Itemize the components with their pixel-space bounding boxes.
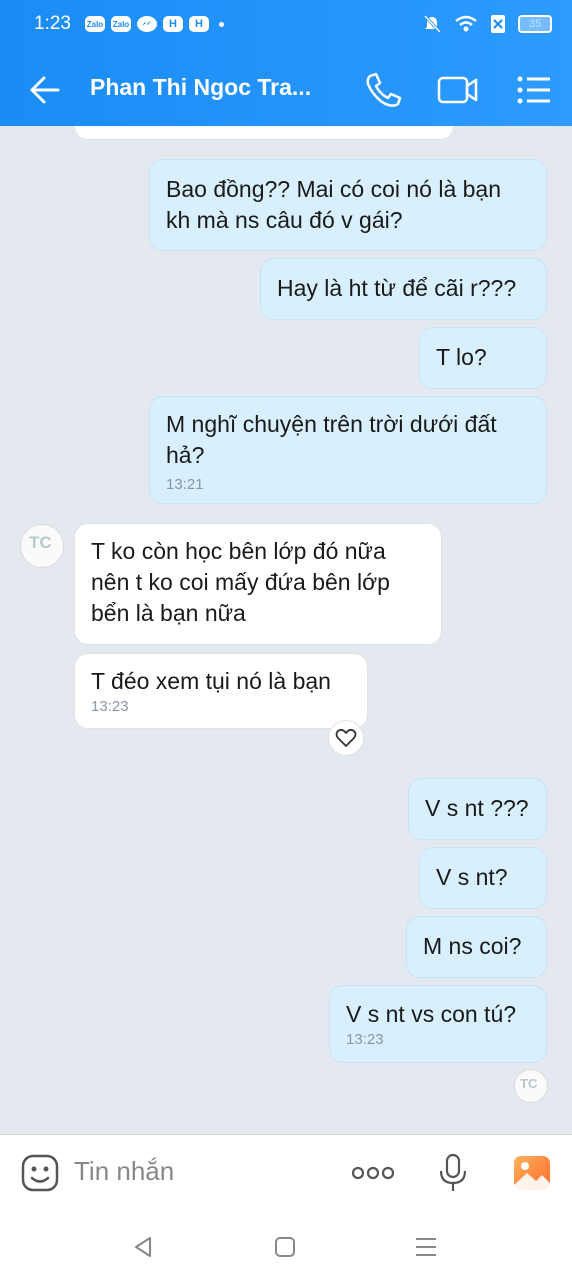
message-bubble[interactable]: T lo? — [419, 327, 547, 389]
message-text: nên t ko coi mấy đứa bên lớp — [91, 569, 390, 595]
message-timestamp: 13:21 — [166, 476, 204, 493]
message-bubble[interactable]: T đéo xem tụi nó là bạn 13:23 — [74, 653, 368, 729]
message-text: Hay là ht từ để cãi r??? — [277, 275, 517, 301]
message-text: T lo? — [436, 344, 487, 370]
battery-icon: 35 — [518, 15, 552, 33]
contact-avatar[interactable]: TC — [20, 524, 64, 568]
message-list[interactable]: Bao đồng?? Mai có coi nó là bạn kh mà ns… — [0, 126, 572, 1134]
zalo-notification-icon: Zalo — [110, 16, 131, 32]
message-text: T đéo xem tụi nó là bạn — [91, 668, 331, 694]
message-bubble[interactable]: Bao đồng?? Mai có coi nó là bạn kh mà ns… — [149, 159, 547, 251]
more-options-icon[interactable] — [350, 1161, 396, 1185]
sticker-icon[interactable] — [20, 1153, 60, 1193]
message-bubble[interactable]: V s nt? — [419, 847, 547, 909]
contact-name[interactable]: Phan Thi Ngoc Tra... — [90, 74, 311, 101]
message-bubble[interactable]: M ns coi? — [406, 916, 547, 978]
sim-no-signal-icon — [491, 15, 505, 33]
messenger-notification-icon — [136, 16, 157, 32]
message-text: Bao đồng?? Mai có coi nó là bạn — [166, 176, 502, 202]
message-text: M ns coi? — [423, 933, 522, 959]
message-text: hả? — [166, 442, 205, 468]
message-bubble-partial — [74, 126, 454, 140]
status-bar: 1:23 Zalo Zalo H H 35 — [34, 10, 552, 38]
h-notification-icon: H — [188, 16, 209, 32]
message-bubble[interactable]: Hay là ht từ để cãi r??? — [260, 258, 547, 320]
video-call-icon[interactable] — [436, 70, 478, 110]
seen-avatar: TC — [514, 1069, 548, 1103]
wifi-icon — [455, 15, 477, 32]
message-input-bar: Tin nhắn — [0, 1134, 572, 1210]
more-notifications-dot — [218, 21, 224, 27]
message-text: bển là bạn nữa — [91, 600, 246, 626]
top-bar: 1:23 Zalo Zalo H H 35 Phan Thi Ngoc Tra.… — [0, 0, 572, 126]
h-notification-icon: H — [162, 16, 183, 32]
menu-icon[interactable] — [514, 70, 556, 110]
message-text: V s nt vs con tú? — [346, 1001, 517, 1027]
message-input[interactable]: Tin nhắn — [74, 1156, 174, 1187]
mute-icon — [423, 14, 442, 34]
system-home-icon[interactable] — [272, 1234, 298, 1260]
message-text: V s nt? — [436, 864, 508, 890]
message-bubble[interactable]: V s nt ??? — [408, 778, 547, 840]
message-bubble[interactable]: V s nt vs con tú? 13:23 — [329, 985, 547, 1063]
image-icon[interactable] — [512, 1153, 552, 1193]
message-bubble[interactable]: M nghĩ chuyện trên trời dưới đất hả? 13:… — [149, 396, 547, 504]
message-timestamp: 13:23 — [91, 698, 129, 715]
system-navigation-bar — [0, 1210, 572, 1280]
message-text: V s nt ??? — [425, 795, 529, 821]
react-heart-icon[interactable] — [328, 720, 364, 756]
status-time: 1:23 — [34, 13, 71, 34]
chat-header: Phan Thi Ngoc Tra... — [0, 60, 572, 120]
system-recents-icon[interactable] — [413, 1234, 439, 1260]
system-back-icon[interactable] — [130, 1234, 156, 1260]
message-bubble[interactable]: T ko còn học bên lớp đó nữa nên t ko coi… — [74, 523, 442, 645]
phone-icon[interactable] — [362, 70, 404, 110]
microphone-icon[interactable] — [438, 1153, 468, 1193]
message-text: kh mà ns câu đó v gái? — [166, 207, 403, 233]
message-text: T ko còn học bên lớp đó nữa — [91, 538, 386, 564]
zalo-notification-icon: Zalo — [84, 16, 105, 32]
message-timestamp: 13:23 — [346, 1031, 384, 1048]
message-text: M nghĩ chuyện trên trời dưới đất — [166, 411, 497, 437]
back-arrow-icon[interactable] — [24, 72, 64, 108]
